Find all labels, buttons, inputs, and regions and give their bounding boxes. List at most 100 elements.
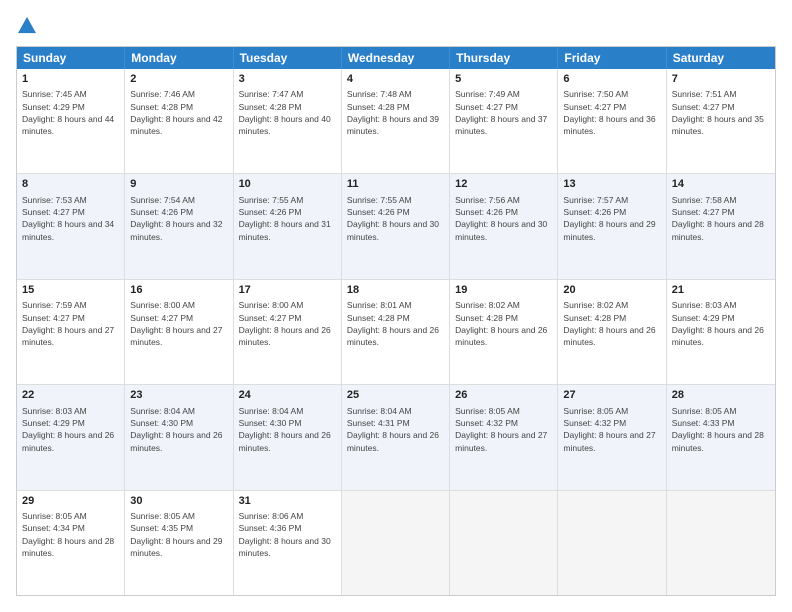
day-info: Sunrise: 7:55 AM Sunset: 4:26 PM Dayligh… bbox=[239, 194, 336, 243]
calendar-cell-29: 29Sunrise: 8:05 AM Sunset: 4:34 PM Dayli… bbox=[17, 491, 125, 595]
weekday-header-tuesday: Tuesday bbox=[234, 47, 342, 69]
day-number: 23 bbox=[130, 388, 227, 403]
day-info: Sunrise: 8:03 AM Sunset: 4:29 PM Dayligh… bbox=[672, 299, 770, 348]
calendar-row-2: 8 Sunrise: 7:53 AM Sunset: 4:27 PM Daylig… bbox=[17, 174, 775, 279]
day-info: Sunrise: 8:05 AM Sunset: 4:32 PM Dayligh… bbox=[455, 405, 552, 454]
calendar-cell-empty-5 bbox=[558, 491, 666, 595]
calendar-cell-20: 20Sunrise: 8:02 AM Sunset: 4:28 PM Dayli… bbox=[558, 280, 666, 384]
day-number: 19 bbox=[455, 283, 552, 298]
weekday-header-saturday: Saturday bbox=[667, 47, 775, 69]
day-info: Sunrise: 8:00 AM Sunset: 4:27 PM Dayligh… bbox=[130, 299, 227, 348]
day-number: 13 bbox=[563, 177, 660, 192]
calendar-cell-5: 5Sunrise: 7:49 AM Sunset: 4:27 PM Daylig… bbox=[450, 69, 558, 173]
calendar-cell-22: 22 Sunrise: 8:03 AM Sunset: 4:29 PM Dayli… bbox=[17, 385, 125, 489]
calendar-cell-19: 19Sunrise: 8:02 AM Sunset: 4:28 PM Dayli… bbox=[450, 280, 558, 384]
day-number: 2 bbox=[130, 72, 227, 87]
day-info: Sunrise: 7:54 AM Sunset: 4:26 PM Dayligh… bbox=[130, 194, 227, 243]
day-number: 27 bbox=[563, 388, 660, 403]
weekday-header-wednesday: Wednesday bbox=[342, 47, 450, 69]
day-number: 18 bbox=[347, 283, 444, 298]
day-info: Sunrise: 7:58 AM Sunset: 4:27 PM Dayligh… bbox=[672, 194, 770, 243]
day-number: 1 bbox=[22, 72, 119, 87]
calendar-cell-14: 14Sunrise: 7:58 AM Sunset: 4:27 PM Dayli… bbox=[667, 174, 775, 278]
calendar-cell-empty-6 bbox=[667, 491, 775, 595]
calendar: SundayMondayTuesdayWednesdayThursdayFrid… bbox=[16, 46, 776, 596]
day-info: Sunrise: 7:51 AM Sunset: 4:27 PM Dayligh… bbox=[672, 88, 770, 137]
day-number: 7 bbox=[672, 72, 770, 87]
calendar-cell-23: 23Sunrise: 8:04 AM Sunset: 4:30 PM Dayli… bbox=[125, 385, 233, 489]
calendar-cell-6: 6Sunrise: 7:50 AM Sunset: 4:27 PM Daylig… bbox=[558, 69, 666, 173]
day-info: Sunrise: 8:03 AM Sunset: 4:29 PM Dayligh… bbox=[22, 405, 119, 454]
day-info: Sunrise: 8:05 AM Sunset: 4:32 PM Dayligh… bbox=[563, 405, 660, 454]
calendar-cell-2: 2Sunrise: 7:46 AM Sunset: 4:28 PM Daylig… bbox=[125, 69, 233, 173]
calendar-cell-31: 31Sunrise: 8:06 AM Sunset: 4:36 PM Dayli… bbox=[234, 491, 342, 595]
day-number: 17 bbox=[239, 283, 336, 298]
day-number: 24 bbox=[239, 388, 336, 403]
day-number: 26 bbox=[455, 388, 552, 403]
calendar-cell-empty-4 bbox=[450, 491, 558, 595]
day-info: Sunrise: 7:57 AM Sunset: 4:26 PM Dayligh… bbox=[563, 194, 660, 243]
day-info: Sunrise: 8:06 AM Sunset: 4:36 PM Dayligh… bbox=[239, 510, 336, 559]
weekday-header-sunday: Sunday bbox=[17, 47, 125, 69]
calendar-cell-30: 30Sunrise: 8:05 AM Sunset: 4:35 PM Dayli… bbox=[125, 491, 233, 595]
day-number: 10 bbox=[239, 177, 336, 192]
day-info: Sunrise: 7:46 AM Sunset: 4:28 PM Dayligh… bbox=[130, 88, 227, 137]
day-number: 16 bbox=[130, 283, 227, 298]
day-info: Sunrise: 7:45 AM Sunset: 4:29 PM Dayligh… bbox=[22, 88, 119, 137]
calendar-cell-18: 18Sunrise: 8:01 AM Sunset: 4:28 PM Dayli… bbox=[342, 280, 450, 384]
calendar-cell-8: 8 Sunrise: 7:53 AM Sunset: 4:27 PM Daylig… bbox=[17, 174, 125, 278]
weekday-header-monday: Monday bbox=[125, 47, 233, 69]
day-number: 29 bbox=[22, 494, 119, 509]
day-number: 31 bbox=[239, 494, 336, 509]
day-info: Sunrise: 8:00 AM Sunset: 4:27 PM Dayligh… bbox=[239, 299, 336, 348]
day-number: 8 bbox=[22, 177, 119, 192]
day-info: Sunrise: 8:05 AM Sunset: 4:33 PM Dayligh… bbox=[672, 405, 770, 454]
calendar-cell-21: 21Sunrise: 8:03 AM Sunset: 4:29 PM Dayli… bbox=[667, 280, 775, 384]
calendar-body: 1Sunrise: 7:45 AM Sunset: 4:29 PM Daylig… bbox=[17, 69, 775, 595]
day-number: 22 bbox=[22, 388, 119, 403]
day-number: 11 bbox=[347, 177, 444, 192]
calendar-cell-3: 3Sunrise: 7:47 AM Sunset: 4:28 PM Daylig… bbox=[234, 69, 342, 173]
day-info: Sunrise: 7:56 AM Sunset: 4:26 PM Dayligh… bbox=[455, 194, 552, 243]
calendar-cell-16: 16Sunrise: 8:00 AM Sunset: 4:27 PM Dayli… bbox=[125, 280, 233, 384]
calendar-cell-24: 24Sunrise: 8:04 AM Sunset: 4:30 PM Dayli… bbox=[234, 385, 342, 489]
page: SundayMondayTuesdayWednesdayThursdayFrid… bbox=[0, 0, 792, 612]
calendar-cell-27: 27 Sunrise: 8:05 AM Sunset: 4:32 PM Dayli… bbox=[558, 385, 666, 489]
weekday-header-friday: Friday bbox=[558, 47, 666, 69]
day-number: 15 bbox=[22, 283, 119, 298]
day-info: Sunrise: 7:53 AM Sunset: 4:27 PM Dayligh… bbox=[22, 194, 119, 243]
day-info: Sunrise: 8:04 AM Sunset: 4:31 PM Dayligh… bbox=[347, 405, 444, 454]
day-info: Sunrise: 7:49 AM Sunset: 4:27 PM Dayligh… bbox=[455, 88, 552, 137]
day-info: Sunrise: 8:05 AM Sunset: 4:35 PM Dayligh… bbox=[130, 510, 227, 559]
day-info: Sunrise: 8:02 AM Sunset: 4:28 PM Dayligh… bbox=[563, 299, 660, 348]
calendar-cell-15: 15Sunrise: 7:59 AM Sunset: 4:27 PM Dayli… bbox=[17, 280, 125, 384]
day-info: Sunrise: 7:55 AM Sunset: 4:26 PM Dayligh… bbox=[347, 194, 444, 243]
logo bbox=[16, 16, 36, 34]
day-info: Sunrise: 7:50 AM Sunset: 4:27 PM Dayligh… bbox=[563, 88, 660, 137]
calendar-cell-28: 28 Sunrise: 8:05 AM Sunset: 4:33 PM Dayli… bbox=[667, 385, 775, 489]
calendar-cell-11: 11 Sunrise: 7:55 AM Sunset: 4:26 PM Dayli… bbox=[342, 174, 450, 278]
day-info: Sunrise: 8:01 AM Sunset: 4:28 PM Dayligh… bbox=[347, 299, 444, 348]
calendar-header: SundayMondayTuesdayWednesdayThursdayFrid… bbox=[17, 47, 775, 69]
calendar-row-4: 22 Sunrise: 8:03 AM Sunset: 4:29 PM Dayli… bbox=[17, 385, 775, 490]
calendar-cell-25: 25Sunrise: 8:04 AM Sunset: 4:31 PM Dayli… bbox=[342, 385, 450, 489]
day-number: 3 bbox=[239, 72, 336, 87]
day-info: Sunrise: 8:05 AM Sunset: 4:34 PM Dayligh… bbox=[22, 510, 119, 559]
day-number: 5 bbox=[455, 72, 552, 87]
day-number: 21 bbox=[672, 283, 770, 298]
day-info: Sunrise: 7:59 AM Sunset: 4:27 PM Dayligh… bbox=[22, 299, 119, 348]
calendar-cell-13: 13 Sunrise: 7:57 AM Sunset: 4:26 PM Dayli… bbox=[558, 174, 666, 278]
header bbox=[16, 16, 776, 34]
day-number: 6 bbox=[563, 72, 660, 87]
calendar-cell-17: 17Sunrise: 8:00 AM Sunset: 4:27 PM Dayli… bbox=[234, 280, 342, 384]
day-number: 28 bbox=[672, 388, 770, 403]
calendar-cell-10: 10 Sunrise: 7:55 AM Sunset: 4:26 PM Dayli… bbox=[234, 174, 342, 278]
calendar-cell-empty-3 bbox=[342, 491, 450, 595]
logo-icon bbox=[18, 16, 36, 34]
day-info: Sunrise: 8:02 AM Sunset: 4:28 PM Dayligh… bbox=[455, 299, 552, 348]
day-info: Sunrise: 7:48 AM Sunset: 4:28 PM Dayligh… bbox=[347, 88, 444, 137]
calendar-cell-26: 26 Sunrise: 8:05 AM Sunset: 4:32 PM Dayli… bbox=[450, 385, 558, 489]
day-number: 30 bbox=[130, 494, 227, 509]
calendar-cell-1: 1Sunrise: 7:45 AM Sunset: 4:29 PM Daylig… bbox=[17, 69, 125, 173]
day-number: 20 bbox=[563, 283, 660, 298]
